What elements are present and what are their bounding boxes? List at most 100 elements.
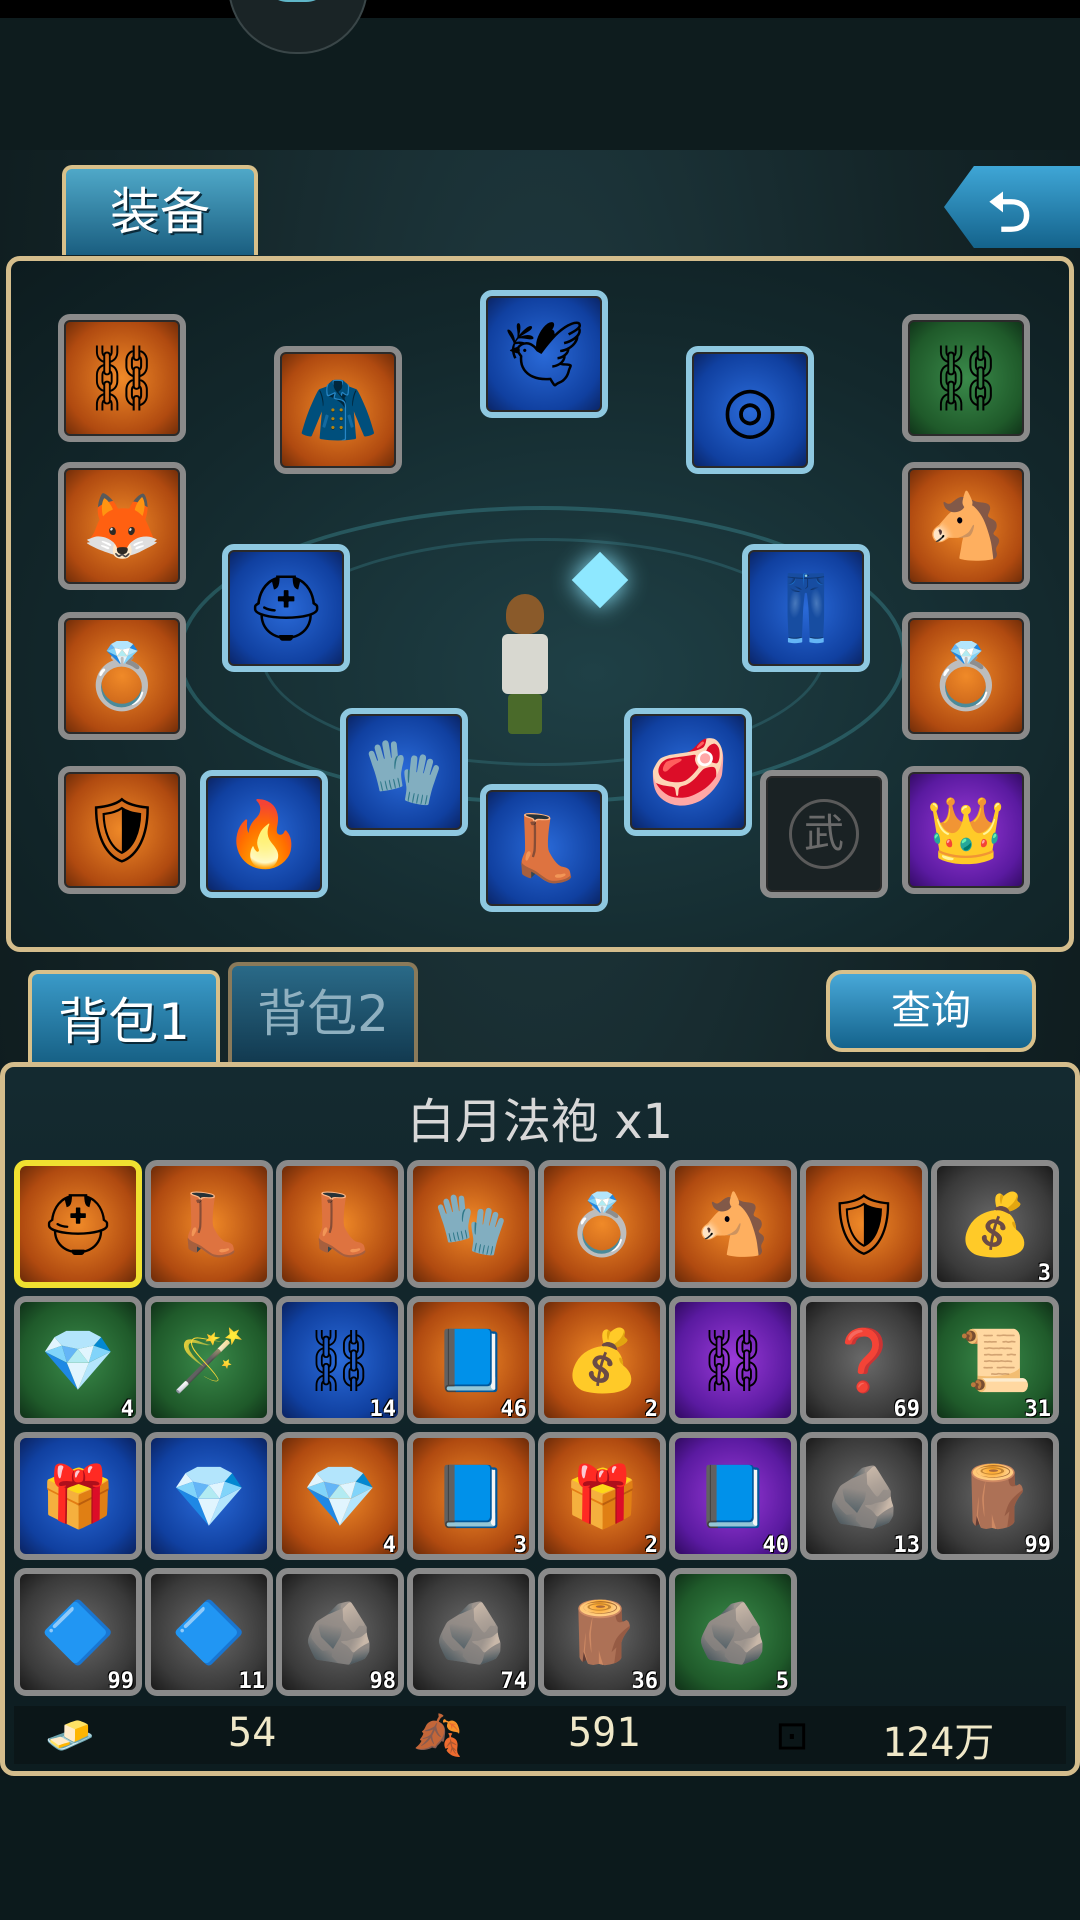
tab-bag-2[interactable]: 背包2 xyxy=(228,962,418,1062)
inventory-slot[interactable]: ⛓ xyxy=(669,1296,797,1424)
item-icon: 👢 xyxy=(302,1189,378,1260)
hero-head xyxy=(506,594,544,634)
item-quantity: 46 xyxy=(500,1397,528,1422)
inventory-slot[interactable]: 👢 xyxy=(276,1160,404,1288)
equip-slot-vip-crown[interactable]: 👑 xyxy=(902,766,1030,894)
mascot-avatar[interactable] xyxy=(228,0,368,54)
inventory-slot[interactable]: ❓ 69 xyxy=(800,1296,928,1424)
selected-item-title: 白月法袍 x1 xyxy=(406,1094,674,1150)
item-quantity: 69 xyxy=(893,1397,921,1422)
inventory-slot[interactable]: 🪵 36 xyxy=(538,1568,666,1696)
inventory-slot[interactable]: 📘 46 xyxy=(407,1296,535,1424)
item-quantity: 5 xyxy=(775,1669,789,1694)
inventory-slot[interactable]: 🪨 5 xyxy=(669,1568,797,1696)
belt-icon: 🥩 xyxy=(648,735,728,810)
ring-right-icon: 💍 xyxy=(926,639,1006,714)
helmet-icon: ⛑ xyxy=(245,571,327,646)
weapon-empty-icon: 武 xyxy=(789,799,859,869)
pants-icon: 👖 xyxy=(766,571,846,646)
item-icon: 📘 xyxy=(433,1325,509,1396)
equip-slot-wings[interactable]: 🕊 xyxy=(480,290,608,418)
inventory-slot[interactable]: 🪄 xyxy=(145,1296,273,1424)
fox-pet-icon: 🦊 xyxy=(82,489,162,564)
inventory-slot[interactable]: 💍 xyxy=(538,1160,666,1288)
inventory-slot[interactable]: 🔷 11 xyxy=(145,1568,273,1696)
inventory-slot[interactable]: 🐴 xyxy=(669,1160,797,1288)
inventory-slot[interactable]: 📜 31 xyxy=(931,1296,1059,1424)
equip-slot-gloves[interactable]: 🧤 xyxy=(340,708,468,836)
inventory-slot[interactable]: 🎁 2 xyxy=(538,1432,666,1560)
item-icon: 📜 xyxy=(957,1325,1033,1396)
necklace-left-icon: ⛓ xyxy=(81,341,163,416)
item-icon: 🔷 xyxy=(171,1597,247,1668)
currency-bar: 🧈 54 🍂 591 ⊡ 124万 xyxy=(14,1706,1066,1766)
status-bar xyxy=(0,0,1080,150)
item-quantity: 11 xyxy=(238,1669,266,1694)
equip-slot-orb[interactable]: 🔥 xyxy=(200,770,328,898)
inventory-slot[interactable]: 📘 40 xyxy=(669,1432,797,1560)
coin-value: 124万 xyxy=(882,1720,995,1766)
equip-slot-pants[interactable]: 👖 xyxy=(742,544,870,672)
orb-icon: 🔥 xyxy=(224,797,304,872)
inventory-slot[interactable]: 🧤 xyxy=(407,1160,535,1288)
inventory-slot[interactable]: 👢 xyxy=(145,1160,273,1288)
inventory-slot[interactable]: 📘 3 xyxy=(407,1432,535,1560)
item-icon: 💰 xyxy=(564,1325,640,1396)
item-quantity: 99 xyxy=(1024,1533,1052,1558)
hero-body xyxy=(502,634,548,694)
inventory-slot[interactable]: 🪨 74 xyxy=(407,1568,535,1696)
equip-slot-weapon-empty[interactable]: 武 xyxy=(760,770,888,898)
item-icon: 📘 xyxy=(433,1461,509,1532)
ring-left-icon: 💍 xyxy=(82,639,162,714)
item-quantity: 13 xyxy=(893,1533,921,1558)
item-icon: 🪵 xyxy=(957,1461,1033,1532)
inventory-slot[interactable]: ⛑ xyxy=(14,1160,142,1288)
inventory-slot[interactable]: 🪨 13 xyxy=(800,1432,928,1560)
item-icon: 🪨 xyxy=(302,1597,378,1668)
inventory-slot[interactable]: 💰 3 xyxy=(931,1160,1059,1288)
inventory-slot[interactable]: ⛓ 14 xyxy=(276,1296,404,1424)
inventory-slot[interactable]: 🛡 xyxy=(800,1160,928,1288)
armor-icon: 🛡 xyxy=(81,793,163,868)
item-quantity: 2 xyxy=(644,1533,658,1558)
item-icon: 💎 xyxy=(171,1461,247,1532)
item-quantity: 2 xyxy=(644,1397,658,1422)
item-icon: ⛓ xyxy=(301,1325,379,1396)
equip-slot-ring-right[interactable]: 💍 xyxy=(902,612,1030,740)
mascot-face-icon xyxy=(262,0,332,2)
item-icon: 📘 xyxy=(695,1461,771,1532)
hero-legs xyxy=(508,694,542,734)
equip-slot-ring-left[interactable]: 💍 xyxy=(58,612,186,740)
equip-slot-robe[interactable]: 🧥 xyxy=(274,346,402,474)
bottom-bar xyxy=(0,1776,1080,1920)
equip-slot-helmet[interactable]: ⛑ xyxy=(222,544,350,672)
item-icon: ⛓ xyxy=(694,1325,772,1396)
equip-slot-necklace-left[interactable]: ⛓ xyxy=(58,314,186,442)
item-icon: 🪨 xyxy=(433,1597,509,1668)
equip-slot-belt[interactable]: 🥩 xyxy=(624,708,752,836)
inventory-slot[interactable]: 🪵 99 xyxy=(931,1432,1059,1560)
item-quantity: 3 xyxy=(1037,1261,1051,1286)
item-icon: 🪄 xyxy=(171,1325,247,1396)
equip-slot-horse-mount[interactable]: 🐴 xyxy=(902,462,1030,590)
inventory-slot[interactable]: 💎 xyxy=(145,1432,273,1560)
item-icon: ❓ xyxy=(826,1325,902,1396)
inventory-slot[interactable]: 💎 4 xyxy=(276,1432,404,1560)
query-button[interactable]: 查询 xyxy=(826,970,1036,1052)
necklace-right-icon: ⛓ xyxy=(925,341,1007,416)
tab-equipment[interactable]: 装备 xyxy=(62,165,258,255)
inventory-slot[interactable]: 🎁 xyxy=(14,1432,142,1560)
tab-bag-1[interactable]: 背包1 xyxy=(28,970,220,1070)
equip-slot-fox-pet[interactable]: 🦊 xyxy=(58,462,186,590)
inventory-slot[interactable]: 💰 2 xyxy=(538,1296,666,1424)
inventory-slot[interactable]: 🪨 98 xyxy=(276,1568,404,1696)
inventory-slot[interactable]: 🔷 99 xyxy=(14,1568,142,1696)
boots-icon: 👢 xyxy=(504,811,584,886)
inventory-slot[interactable]: 💎 4 xyxy=(14,1296,142,1424)
equip-slot-necklace-right[interactable]: ⛓ xyxy=(902,314,1030,442)
equip-slot-armor[interactable]: 🛡 xyxy=(58,766,186,894)
vip-crown-icon: 👑 xyxy=(926,793,1006,868)
item-icon: 💎 xyxy=(40,1325,116,1396)
equip-slot-boots[interactable]: 👢 xyxy=(480,784,608,912)
equip-slot-bracer[interactable]: ◎ xyxy=(686,346,814,474)
